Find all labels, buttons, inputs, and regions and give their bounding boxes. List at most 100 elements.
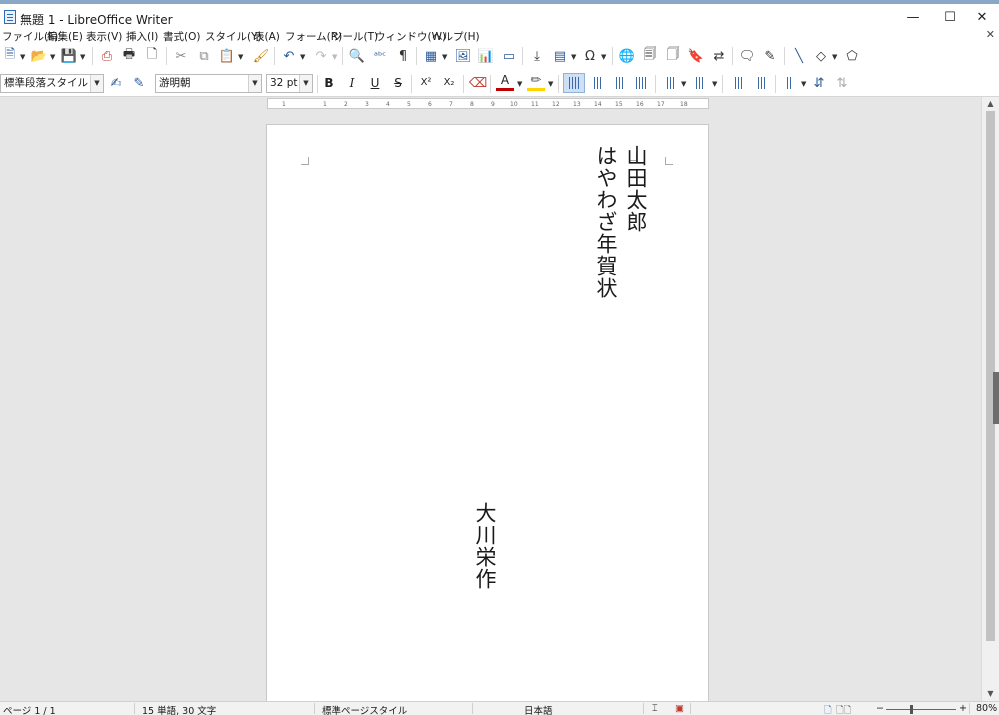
update-style-icon[interactable]: ✍ (107, 74, 125, 92)
hyperlink-icon[interactable]: 🌐 (618, 47, 636, 65)
recipient-name[interactable]: 山田太郎 (623, 145, 649, 233)
menu-table[interactable]: 表(A) (254, 29, 280, 44)
document-page[interactable]: 山田太郎 はやわざ年賀状 大川栄作 (266, 124, 709, 701)
chevron-down-icon[interactable]: ▼ (90, 75, 103, 92)
chevron-down-icon[interactable]: ▼ (300, 53, 305, 61)
export-pdf-icon[interactable]: ⎙ (98, 47, 116, 65)
chevron-down-icon[interactable]: ▼ (801, 80, 806, 88)
justify-vertical-icon[interactable] (632, 74, 650, 92)
omega-icon[interactable]: Ω (581, 47, 599, 65)
menu-help[interactable]: ヘルプ(H) (432, 29, 480, 44)
chevron-down-icon[interactable]: ▼ (601, 53, 606, 61)
align-bottom-icon[interactable] (610, 74, 628, 92)
line-spacing-icon[interactable] (780, 74, 798, 92)
insert-mode-icon[interactable]: ⌶ (652, 703, 658, 714)
font-size-select[interactable]: 32 pt ▼ (266, 74, 313, 93)
insert-chart-icon[interactable]: 📊 (477, 47, 495, 65)
sidebar-toggle-handle[interactable] (993, 372, 999, 424)
bold-button[interactable]: B (320, 74, 338, 92)
save-icon[interactable]: 💾 (60, 47, 78, 65)
align-center-vertical-icon[interactable] (588, 74, 606, 92)
chevron-down-icon[interactable]: ▼ (442, 53, 447, 61)
word-count[interactable]: 15 単語, 30 文字 (142, 703, 216, 715)
zoom-slider-handle[interactable] (910, 705, 913, 714)
draw-functions-icon[interactable]: ⬠ (843, 47, 861, 65)
scroll-down-icon[interactable]: ▼ (982, 687, 999, 701)
page-style[interactable]: 標準ページスタイル (322, 703, 407, 715)
insert-image-icon[interactable]: 🖼 (454, 47, 472, 65)
clone-formatting-icon[interactable]: 🖌 (252, 47, 270, 65)
insert-textbox-icon[interactable]: ▭ (500, 47, 518, 65)
print-icon[interactable]: 🖶 (120, 47, 138, 65)
decrease-indent-icon[interactable] (752, 74, 770, 92)
menu-view[interactable]: 表示(V) (86, 29, 122, 44)
chevron-down-icon[interactable]: ▼ (50, 53, 55, 61)
menu-edit[interactable]: 編集(E) (47, 29, 83, 44)
chevron-down-icon[interactable]: ▼ (548, 80, 553, 88)
find-replace-icon[interactable]: 🔍 (348, 47, 366, 65)
chevron-down-icon[interactable]: ▼ (20, 53, 25, 61)
align-top-icon[interactable] (563, 73, 585, 93)
zoom-level[interactable]: 80% (976, 703, 997, 714)
close-document-button[interactable]: ✕ (986, 28, 995, 41)
increase-indent-icon[interactable] (729, 74, 747, 92)
italic-button[interactable]: I (343, 74, 361, 92)
horizontal-ruler[interactable]: 1 1 2 3 4 5 6 7 8 9 10 11 12 13 14 15 16… (267, 98, 709, 109)
formatting-marks-icon[interactable]: ¶ (394, 47, 412, 65)
scroll-up-icon[interactable]: ▲ (982, 97, 999, 111)
zoom-slider[interactable] (886, 709, 956, 710)
page-count[interactable]: ページ 1 / 1 (3, 703, 56, 715)
comment-icon[interactable]: 🗨 (738, 47, 756, 65)
basic-shapes-icon[interactable]: ◇ (812, 47, 830, 65)
highlight-color-icon[interactable]: ✏ (527, 73, 545, 91)
chevron-down-icon[interactable]: ▼ (712, 80, 717, 88)
zoom-out-button[interactable]: − (876, 703, 884, 714)
document-modified-icon[interactable]: ▣ (675, 703, 684, 714)
font-name-select[interactable]: 游明朝 ▼ (155, 74, 262, 93)
cross-reference-icon[interactable]: ⇄ (710, 47, 728, 65)
paragraph-style-select[interactable]: 標準段落スタイル ▼ (0, 74, 104, 93)
line-icon[interactable]: ╲ (790, 47, 808, 65)
clear-formatting-icon[interactable]: ⌫ (469, 74, 487, 92)
chevron-down-icon[interactable]: ▼ (80, 53, 85, 61)
chevron-down-icon[interactable]: ▼ (248, 75, 261, 92)
single-page-view-icon[interactable]: 🗋 (824, 703, 832, 715)
new-style-icon[interactable]: ✎ (130, 74, 148, 92)
bookmark-icon[interactable]: 🔖 (687, 47, 705, 65)
font-color-icon[interactable]: A (496, 73, 514, 91)
bullets-vertical-icon[interactable] (661, 74, 679, 92)
menu-insert[interactable]: 挿入(I) (126, 29, 158, 44)
chevron-down-icon[interactable]: ▼ (681, 80, 686, 88)
chevron-down-icon[interactable]: ▼ (332, 53, 337, 61)
cut-icon[interactable]: ✂ (172, 47, 190, 65)
underline-button[interactable]: U (366, 74, 384, 92)
increase-spacing-icon[interactable]: ⇵ (810, 74, 828, 92)
undo-icon[interactable]: ↶ (280, 47, 298, 65)
language[interactable]: 日本語 (524, 703, 553, 715)
superscript-button[interactable]: X² (417, 74, 435, 92)
insert-field-icon[interactable]: ▤ (551, 47, 569, 65)
new-document-icon[interactable]: 🗎 (1, 47, 19, 65)
subscript-button[interactable]: X₂ (440, 74, 458, 92)
page-break-icon[interactable]: ⤓ (528, 47, 546, 65)
zoom-in-button[interactable]: + (959, 703, 967, 714)
chevron-down-icon[interactable]: ▼ (571, 53, 576, 61)
sender-name[interactable]: 大川栄作 (472, 502, 498, 590)
close-window-button[interactable]: ✕ (965, 8, 999, 28)
multi-page-view-icon[interactable]: 🗋🗋 (836, 703, 851, 715)
chevron-down-icon[interactable]: ▼ (238, 53, 243, 61)
paste-icon[interactable]: 📋 (218, 47, 236, 65)
chevron-down-icon[interactable]: ▼ (832, 53, 837, 61)
menu-format[interactable]: 書式(O) (163, 29, 200, 44)
endnote-icon[interactable]: 🗍 (664, 47, 682, 65)
chevron-down-icon[interactable]: ▼ (517, 80, 522, 88)
copy-icon[interactable]: ⧉ (195, 47, 213, 65)
insert-table-icon[interactable]: ▦ (422, 47, 440, 65)
greeting-text[interactable]: はやわざ年賀状 (593, 145, 619, 299)
spellcheck-icon[interactable]: ᵃᵇᶜ (371, 47, 389, 65)
maximize-button[interactable]: ☐ (933, 8, 967, 28)
open-folder-icon[interactable]: 📂 (30, 47, 48, 65)
footnote-icon[interactable]: 🗐 (641, 47, 659, 65)
numbering-vertical-icon[interactable] (690, 74, 708, 92)
strikethrough-button[interactable]: S (389, 74, 407, 92)
